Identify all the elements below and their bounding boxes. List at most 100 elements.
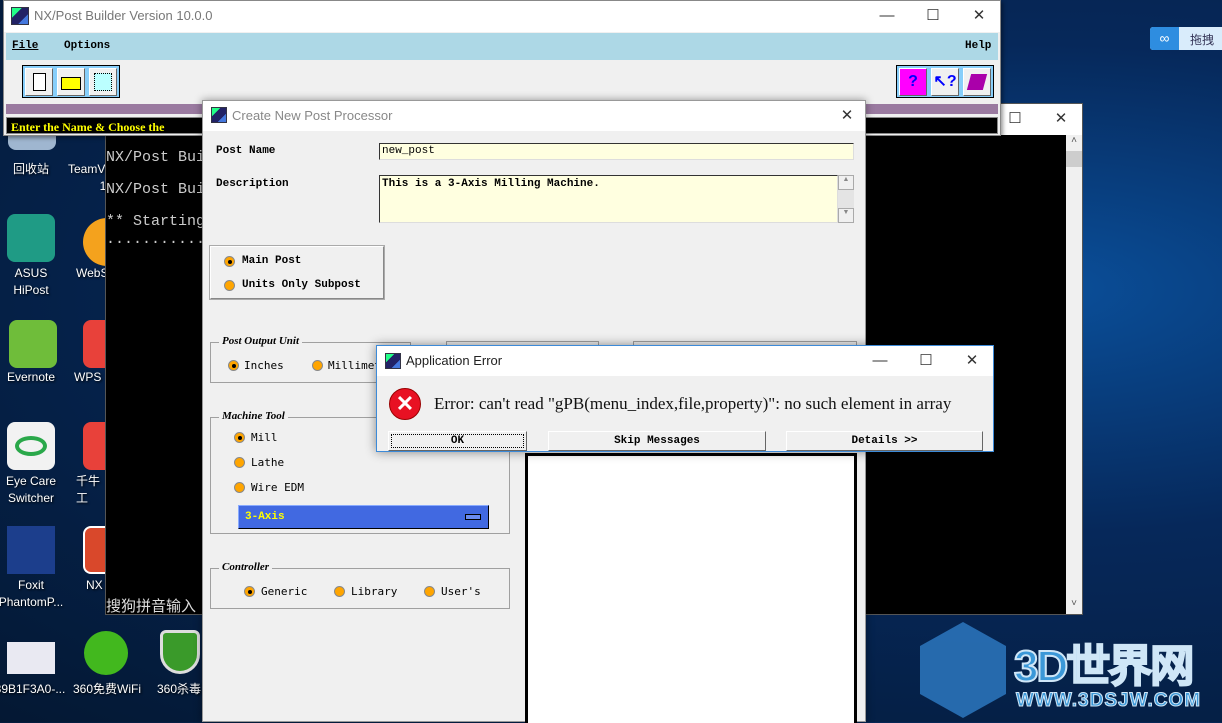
radio-label: Generic bbox=[261, 585, 308, 598]
desktop-label: WPS bbox=[74, 370, 102, 384]
radio-users[interactable] bbox=[424, 586, 435, 597]
baidu-upload-widget[interactable]: ∞ 拖拽上 bbox=[1150, 27, 1222, 50]
close-button[interactable]: ✕ bbox=[1038, 104, 1084, 134]
save-icon[interactable] bbox=[89, 68, 117, 96]
radio-library[interactable] bbox=[334, 586, 345, 597]
axis-select[interactable]: 3-Axis bbox=[238, 505, 489, 529]
description-label: Description bbox=[216, 178, 289, 190]
desktop-label: Foxit PhantomP... bbox=[0, 578, 64, 609]
button-label: OK bbox=[450, 435, 465, 447]
radio-inches[interactable] bbox=[228, 360, 239, 371]
radio-generic[interactable] bbox=[244, 586, 255, 597]
menu-help[interactable]: Help bbox=[965, 40, 991, 52]
360-wifi-icon[interactable] bbox=[84, 631, 128, 675]
error-dialog: Application Error — ☐ ✕ ✕ Error: can't r… bbox=[376, 345, 994, 452]
watermark-logo-icon bbox=[920, 622, 1006, 718]
radio-wire-edm[interactable] bbox=[234, 482, 245, 493]
radio-label: Library bbox=[351, 585, 398, 598]
new-file-icon[interactable] bbox=[25, 68, 53, 96]
radio-lathe[interactable] bbox=[234, 457, 245, 468]
nx-icon[interactable] bbox=[83, 526, 107, 574]
radio-millimeters[interactable] bbox=[312, 360, 323, 371]
ime-indicator: 搜狗拼音输入 bbox=[106, 597, 197, 615]
description-scrollbar[interactable]: ▲ ▼ bbox=[838, 175, 854, 223]
manual-book-icon[interactable] bbox=[963, 68, 991, 96]
dialog-title: Create New Post Processor bbox=[232, 108, 393, 123]
watermark-url: WWW.3DSJW.COM bbox=[1015, 690, 1202, 712]
desktop-label: TeamV bbox=[68, 162, 106, 176]
evernote-icon[interactable] bbox=[9, 320, 57, 368]
error-icon: ✕ bbox=[389, 388, 421, 420]
maximize-button[interactable]: ☐ bbox=[910, 1, 956, 31]
radio-label: Lathe bbox=[251, 456, 285, 469]
radio-label: Units Only Subpost bbox=[242, 279, 361, 291]
scroll-up-icon[interactable]: ▲ bbox=[838, 175, 854, 190]
dialog-title: Application Error bbox=[406, 353, 503, 368]
close-button[interactable]: ✕ bbox=[949, 346, 995, 376]
desktop-label: ASUS HiPost bbox=[13, 266, 49, 297]
group-title: Controller bbox=[219, 561, 273, 573]
watermark: 3D世界网 WWW.3DSJW.COM bbox=[920, 618, 1220, 722]
desktop-label: 39B1F3A0-... bbox=[0, 682, 66, 696]
details-button[interactable]: Details >> bbox=[786, 431, 983, 451]
menu-file[interactable]: File bbox=[12, 40, 38, 52]
scroll-down-icon[interactable]: ▼ bbox=[838, 208, 854, 223]
desktop-label: WebS bbox=[76, 266, 106, 280]
close-button[interactable]: ✕ bbox=[827, 101, 867, 131]
360-antivirus-icon[interactable] bbox=[160, 630, 200, 674]
scroll-up-icon[interactable]: ˄ bbox=[1066, 135, 1082, 151]
radio-label: Wire EDM bbox=[251, 481, 304, 494]
desktop-label: Evernote bbox=[6, 370, 56, 384]
title-bar: Create New Post Processor ✕ bbox=[203, 101, 865, 131]
ok-button[interactable]: OK bbox=[388, 431, 527, 451]
scroll-down-icon[interactable]: ˅ bbox=[1066, 598, 1082, 614]
desktop-label: 360免费WiFi bbox=[72, 682, 141, 696]
minimize-button[interactable]: — bbox=[864, 1, 910, 31]
description-value: This is a 3-Axis Milling Machine. bbox=[382, 178, 600, 190]
toolbar-file bbox=[22, 65, 120, 98]
menu-options[interactable]: Options bbox=[64, 40, 110, 52]
eye-care-icon[interactable] bbox=[7, 422, 55, 470]
websearch-icon[interactable] bbox=[83, 218, 107, 266]
open-folder-icon[interactable] bbox=[57, 68, 85, 96]
preview-panel bbox=[525, 453, 857, 723]
toolbar-help: ? ↖? bbox=[896, 65, 994, 98]
wps-icon[interactable] bbox=[83, 320, 107, 368]
screenshot-file-icon[interactable] bbox=[7, 642, 55, 674]
post-name-value: new_post bbox=[382, 145, 435, 157]
title-bar: Application Error — ☐ ✕ bbox=[377, 346, 993, 376]
radio-main-post[interactable] bbox=[224, 256, 235, 267]
maximize-button[interactable]: ☐ bbox=[903, 346, 949, 376]
group-title: Post Output Unit bbox=[219, 335, 303, 347]
description-textarea[interactable]: This is a 3-Axis Milling Machine. bbox=[379, 175, 838, 223]
window-title: NX/Post Builder Version 10.0.0 bbox=[34, 8, 213, 23]
skip-messages-button[interactable]: Skip Messages bbox=[548, 431, 766, 451]
app-logo-icon bbox=[211, 107, 227, 123]
axis-select-value: 3-Axis bbox=[245, 511, 285, 523]
desktop-label: 千牛工 bbox=[76, 474, 101, 505]
radio-units-only-subpost[interactable] bbox=[224, 280, 235, 291]
cloud-icon: ∞ bbox=[1150, 27, 1179, 50]
asus-hipost-icon[interactable] bbox=[7, 214, 55, 262]
desktop-label: 360杀毒 bbox=[157, 682, 202, 696]
context-help-icon[interactable]: ↖? bbox=[931, 68, 959, 96]
post-name-label: Post Name bbox=[216, 145, 276, 157]
radio-mill[interactable] bbox=[234, 432, 245, 443]
minimize-button[interactable]: — bbox=[857, 346, 903, 376]
help-balloon-icon[interactable]: ? bbox=[899, 68, 927, 96]
app-logo-icon bbox=[385, 353, 401, 369]
foxit-pdf-icon[interactable] bbox=[7, 526, 55, 574]
controller-group: Controller Generic Library User's bbox=[210, 561, 510, 609]
menu-bar: File Options Help bbox=[6, 33, 998, 60]
close-button[interactable]: ✕ bbox=[956, 1, 1002, 31]
widget-label: 拖拽上 bbox=[1190, 33, 1215, 47]
status-text: Enter the Name & Choose the bbox=[11, 120, 165, 134]
scroll-thumb[interactable] bbox=[1066, 151, 1082, 167]
qianniu-icon[interactable] bbox=[83, 422, 107, 470]
desktop-label: Eye Care Switcher bbox=[5, 474, 57, 505]
radio-label: Main Post bbox=[242, 255, 302, 267]
app-logo-icon bbox=[11, 7, 29, 25]
dropdown-indicator-icon bbox=[465, 514, 481, 520]
console-scrollbar[interactable]: ˄ ˅ bbox=[1066, 135, 1082, 614]
post-name-input[interactable]: new_post bbox=[379, 143, 854, 160]
